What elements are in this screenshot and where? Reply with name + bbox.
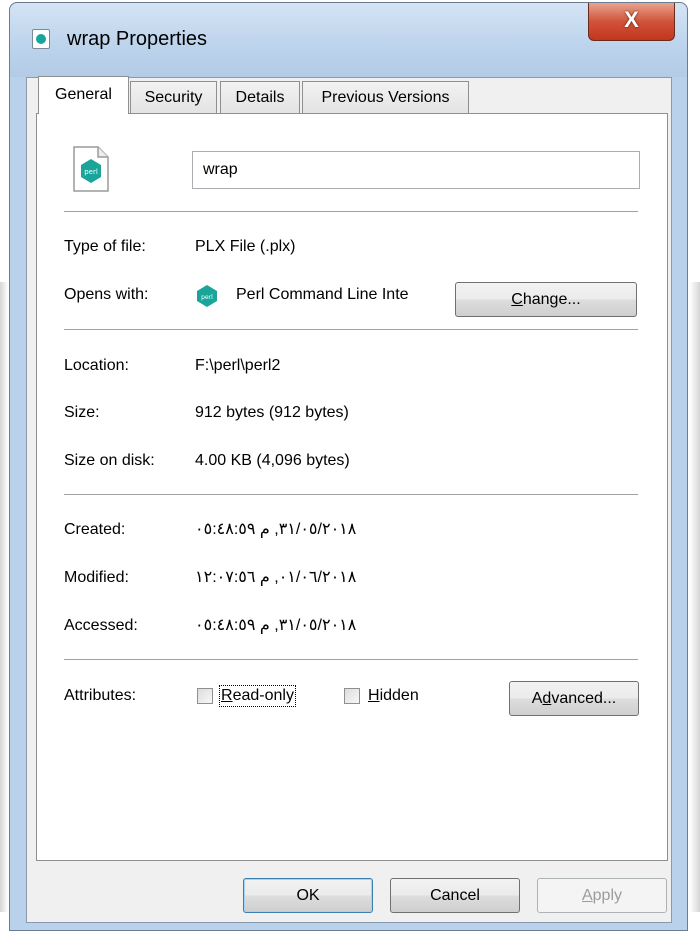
opens-with-label: Opens with: [64,286,149,303]
size-on-disk-value: 4.00 KB (4,096 bytes) [195,452,350,469]
ok-button[interactable]: OK [243,878,373,913]
svg-text:perl: perl [201,294,213,301]
hidden-accel: H [368,687,380,704]
readonly-label: Read-only [219,685,296,707]
readonly-rest: ead-only [232,687,294,704]
hidden-checkbox-row[interactable]: Hidden [344,687,419,705]
accessed-value: ٣١/٠٥/٢٠١٨, م ٠٥:٤٨:٥٩ [195,617,357,634]
title-bar[interactable]: wrap Properties X [10,3,687,77]
separator [64,659,638,661]
hidden-rest: idden [379,687,419,704]
perl-app-icon: perl [197,285,217,307]
opens-with-value: Perl Command Line Inte [236,286,409,303]
window-title: wrap Properties [67,28,208,50]
readonly-checkbox[interactable] [197,688,213,704]
accessed-label: Accessed: [64,617,138,634]
attributes-label: Attributes: [64,687,137,704]
change-button[interactable]: Change... [455,282,637,317]
created-value: ٣١/٠٥/٢٠١٨, م ٠٥:٤٨:٥٩ [195,521,357,538]
tab-details[interactable]: Details [220,81,300,114]
change-button-accel: C [511,291,523,308]
svg-text:perl: perl [84,168,98,176]
type-value: PLX File (.plx) [195,238,296,255]
tab-general[interactable]: General [38,76,129,114]
file-name-input[interactable] [192,151,640,189]
apply-rest: pply [592,887,623,904]
created-label: Created: [64,521,126,538]
apply-accel: A [581,887,593,904]
general-panel [36,113,668,861]
background-edge-right [690,282,700,912]
advanced-button[interactable]: Advanced... [509,681,639,716]
type-label: Type of file: [64,238,146,255]
change-button-rest: hange... [522,291,581,308]
hidden-checkbox[interactable] [344,688,360,704]
apply-button[interactable]: Apply [537,878,667,913]
close-button[interactable]: X [588,3,675,41]
perl-file-icon [32,29,50,49]
modified-value: ٠١/٠٦/٢٠١٨, م ١٢:٠٧:٥٦ [195,569,357,586]
tab-previous-versions[interactable]: Previous Versions [302,81,469,114]
tab-security[interactable]: Security [130,81,217,114]
background-edge-left [0,282,8,912]
modified-label: Modified: [64,569,129,586]
readonly-accel: R [221,687,233,704]
perl-file-icon: perl [73,146,109,192]
separator [64,494,638,496]
separator [64,329,638,331]
advanced-button-accel: d [542,690,552,707]
location-value: F:\perl\perl2 [195,357,281,374]
advanced-button-rest: vanced... [551,690,617,707]
size-on-disk-label: Size on disk: [64,452,155,469]
separator [64,211,638,213]
location-label: Location: [64,357,129,374]
close-icon: X [624,7,639,32]
size-value: 912 bytes (912 bytes) [195,404,349,421]
advanced-button-pre: A [531,690,543,707]
size-label: Size: [64,404,100,421]
cancel-button[interactable]: Cancel [390,878,520,913]
hidden-label: Hidden [368,687,419,705]
readonly-checkbox-row[interactable]: Read-only [197,685,296,707]
